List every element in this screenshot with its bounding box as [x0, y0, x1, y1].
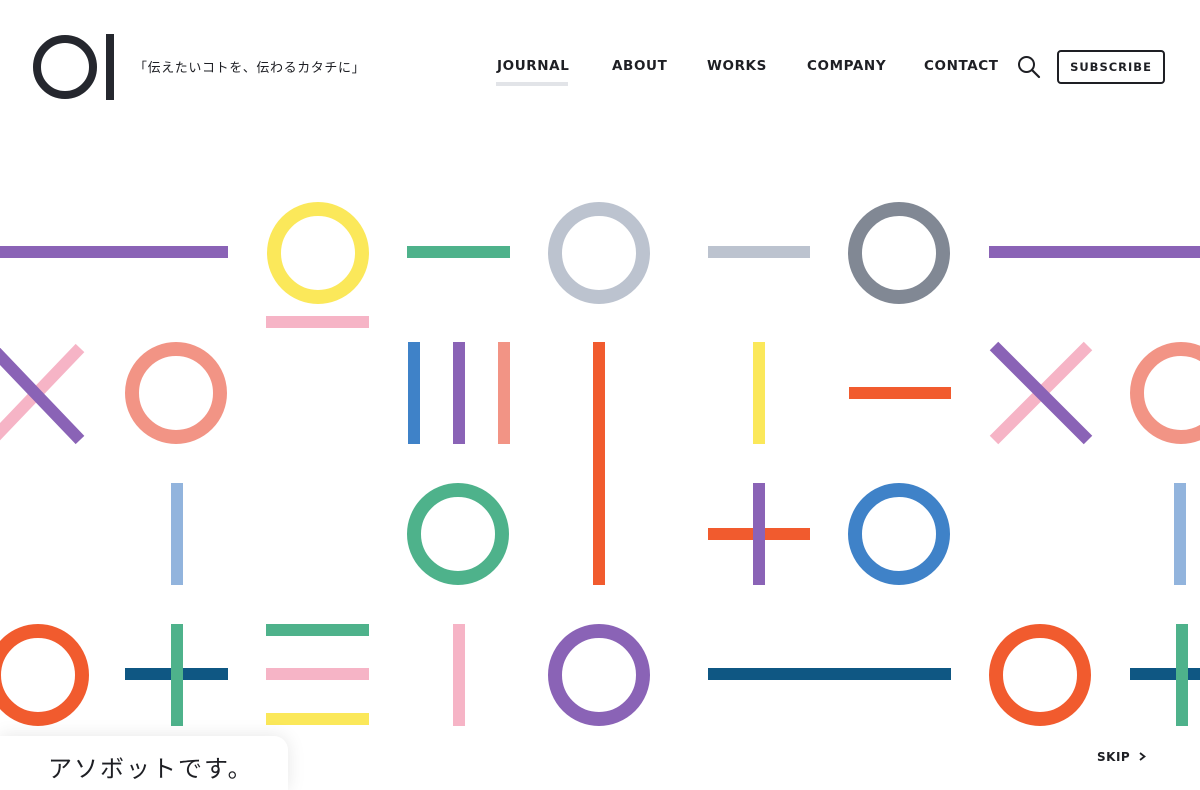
circle-salmon-right — [1130, 342, 1200, 444]
plus-purple-v — [753, 483, 765, 585]
bar-purple — [453, 342, 465, 444]
skip-label: SKIP — [1097, 750, 1131, 764]
dash-purple — [0, 246, 228, 258]
bar-pink — [453, 624, 465, 726]
circle-purple — [548, 624, 650, 726]
dash-pink — [266, 316, 369, 328]
circle-green — [407, 483, 509, 585]
stack-green — [266, 624, 369, 636]
chevron-right-icon — [1139, 752, 1146, 761]
stack-pink — [266, 668, 369, 680]
circle-blue — [848, 483, 950, 585]
circle-orange-right — [989, 624, 1091, 726]
plus-green-v — [171, 624, 183, 726]
subscribe-button[interactable]: SUBSCRIBE — [1057, 50, 1165, 84]
bar-orange-long — [593, 342, 605, 585]
circle-gray-dark — [848, 202, 950, 304]
search-icon[interactable] — [1016, 54, 1042, 80]
hero-caption: アソボットです。 — [48, 755, 254, 783]
nav-journal[interactable]: JOURNAL — [497, 58, 569, 74]
bar-light-blue-right — [1174, 483, 1186, 585]
nav-company[interactable]: COMPANY — [807, 58, 886, 74]
dash-navy-long — [708, 668, 951, 680]
hero-symbol-pattern — [0, 202, 1200, 726]
bar-blue — [408, 342, 420, 444]
site-header: 「伝えたいコトを、伝わるカタチに」 JOURNAL ABOUT WORKS CO… — [0, 0, 1200, 120]
nav-contact[interactable]: CONTACT — [924, 58, 999, 74]
circle-orange-left — [0, 624, 89, 726]
bar-light-blue — [171, 483, 183, 585]
circle-gray-light — [548, 202, 650, 304]
dash-gray-light — [708, 246, 810, 258]
nav-active-indicator — [496, 82, 568, 86]
oi-logo[interactable] — [32, 33, 118, 101]
circle-salmon — [125, 342, 227, 444]
hero-caption-card: アソボットです。 — [0, 736, 288, 790]
bar-salmon — [498, 342, 510, 444]
plus-green-v-right — [1176, 624, 1188, 726]
circle-yellow — [267, 202, 369, 304]
tagline: 「伝えたいコトを、伝わるカタチに」 — [134, 61, 366, 76]
nav-about[interactable]: ABOUT — [612, 58, 667, 74]
dash-orange — [849, 387, 951, 399]
nav-works[interactable]: WORKS — [707, 58, 767, 74]
stack-yellow — [266, 713, 369, 725]
dash-purple-right — [989, 246, 1200, 258]
dash-green — [407, 246, 510, 258]
bar-yellow — [753, 342, 765, 444]
plus-navy-h-right — [1130, 668, 1200, 680]
skip-button[interactable]: SKIP — [1097, 750, 1147, 764]
